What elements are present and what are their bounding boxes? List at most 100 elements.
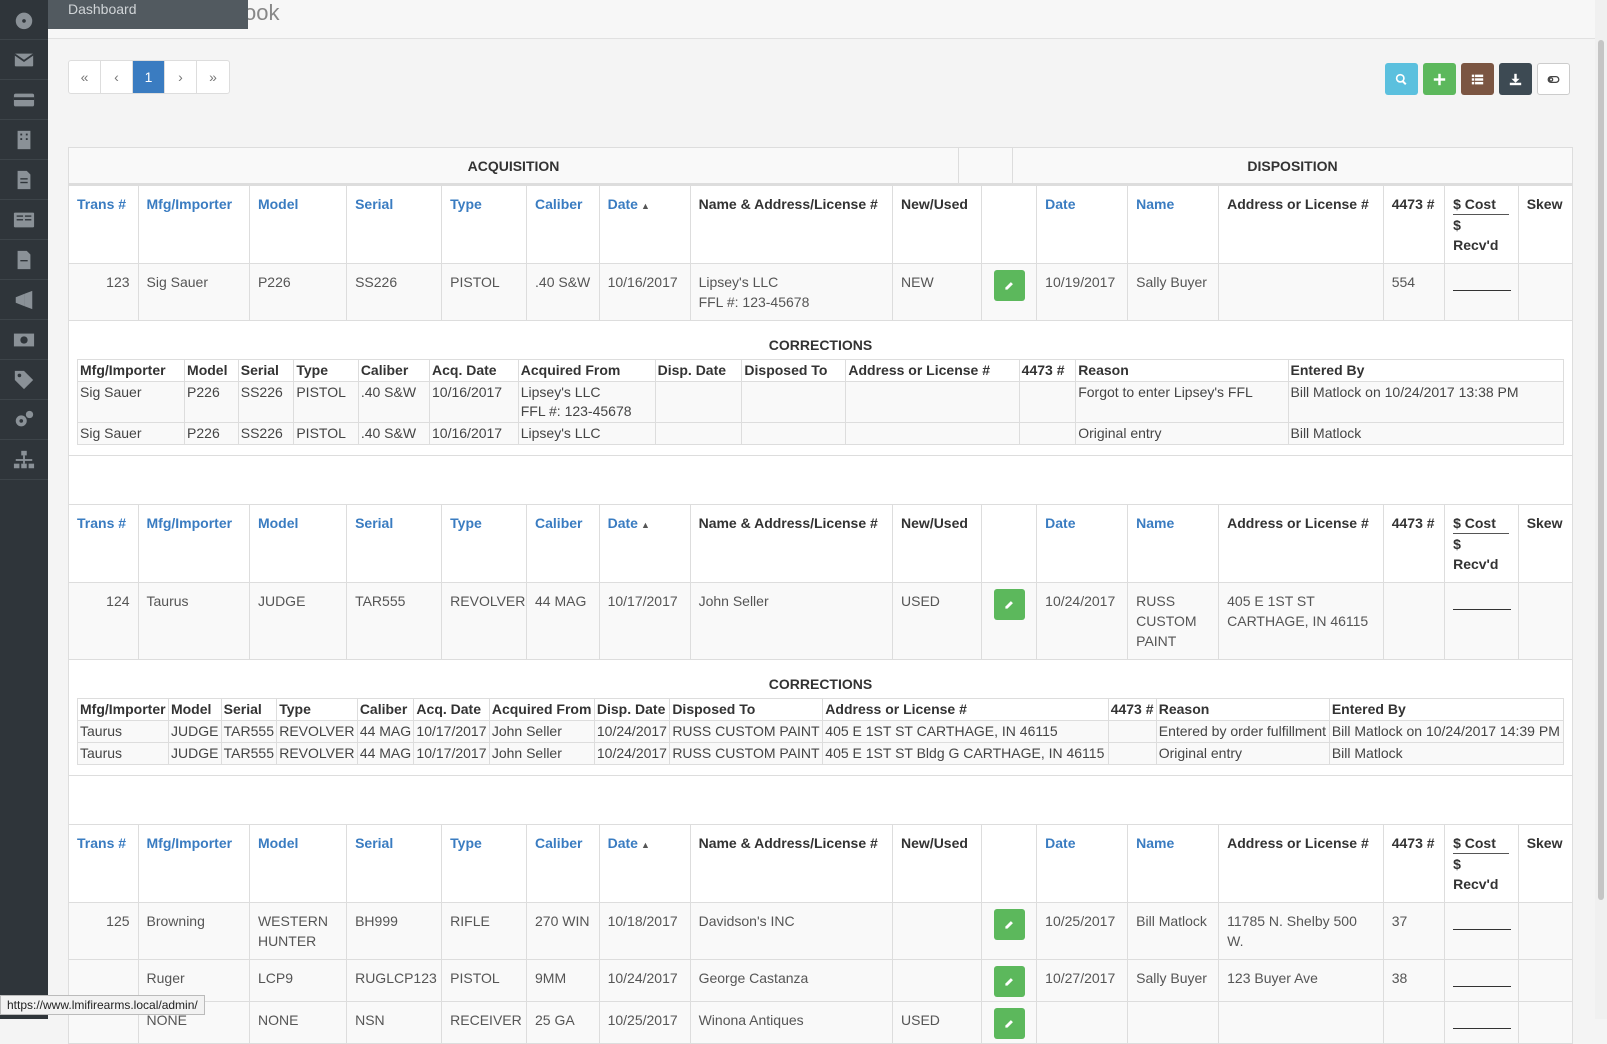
recvd-label: $ Recv'd bbox=[1453, 536, 1499, 572]
cost-input[interactable] bbox=[1453, 976, 1512, 987]
column-header-d-date[interactable]: Date bbox=[1036, 824, 1129, 903]
table-row: NONE NONE NSN RECEIVER 25 GA 10/25/2017 Winona… bbox=[68, 1001, 1574, 1044]
edit-button[interactable] bbox=[993, 966, 1025, 997]
list-button[interactable] bbox=[1461, 63, 1494, 95]
new-used-cell: USED bbox=[892, 1001, 982, 1044]
corr-cell-addr bbox=[845, 381, 1020, 423]
sidebar-item-newspaper[interactable] bbox=[0, 200, 48, 240]
type-cell: REVOLVER bbox=[441, 582, 528, 660]
column-header-mfg[interactable]: Mfg/Importer bbox=[137, 824, 250, 903]
next-page-button[interactable]: › bbox=[165, 61, 197, 93]
column-header-trans[interactable]: Trans # bbox=[68, 185, 139, 264]
column-header-serial[interactable]: Serial bbox=[346, 504, 443, 583]
cost-cell bbox=[1444, 1001, 1519, 1044]
sidebar-item-document[interactable] bbox=[0, 160, 48, 200]
column-header-caliber[interactable]: Caliber bbox=[526, 824, 600, 903]
caliber-cell: 270 WIN bbox=[526, 902, 600, 960]
corr-cell-addr: 405 E 1ST ST Bldg G CARTHAGE, IN 46115 bbox=[822, 742, 1109, 765]
record-separator bbox=[68, 776, 1573, 824]
sidebar-item-megaphone[interactable] bbox=[0, 280, 48, 320]
disp-name-cell bbox=[1127, 1001, 1220, 1044]
sidebar-item-money[interactable] bbox=[0, 320, 48, 360]
recvd-label: $ Recv'd bbox=[1453, 856, 1499, 892]
first-page-button[interactable]: « bbox=[69, 61, 101, 93]
add-button[interactable] bbox=[1423, 63, 1456, 95]
model-cell: WESTERN HUNTER bbox=[248, 902, 348, 960]
column-header-caliber[interactable]: Caliber bbox=[526, 185, 600, 264]
model-cell: JUDGE bbox=[248, 582, 348, 660]
column-header-d-name[interactable]: Name bbox=[1127, 504, 1220, 583]
sidebar-item-cogs[interactable] bbox=[0, 400, 48, 440]
corr-header-reason: Reason bbox=[1075, 359, 1289, 382]
search-button[interactable] bbox=[1385, 63, 1418, 95]
toggle-columns-button[interactable] bbox=[1537, 63, 1570, 95]
corr-header-entered-by: Entered By bbox=[1328, 698, 1565, 721]
column-header-mfg[interactable]: Mfg/Importer bbox=[137, 504, 250, 583]
edit-button[interactable] bbox=[993, 270, 1025, 301]
column-header-d-name[interactable]: Name bbox=[1127, 185, 1220, 264]
sidebar-item-credit-card[interactable] bbox=[0, 80, 48, 120]
corr-header-acq-date: Acq. Date bbox=[413, 698, 490, 721]
corr-header-addr: Address or License # bbox=[845, 359, 1020, 382]
corr-header-entered-by: Entered By bbox=[1287, 359, 1564, 382]
download-button[interactable] bbox=[1499, 63, 1532, 95]
sidebar-item-file[interactable] bbox=[0, 240, 48, 280]
acq-date-cell: 10/18/2017 bbox=[598, 902, 691, 960]
cost-input[interactable] bbox=[1453, 280, 1512, 291]
pencil-icon bbox=[1004, 921, 1013, 929]
column-header-date[interactable]: Date ▲ bbox=[598, 824, 691, 903]
cost-input[interactable] bbox=[1453, 919, 1512, 930]
disp-name-cell: Bill Matlock bbox=[1127, 902, 1220, 960]
column-header-type[interactable]: Type bbox=[441, 824, 528, 903]
column-header-model[interactable]: Model bbox=[248, 504, 348, 583]
sidebar-item-envelope[interactable] bbox=[0, 40, 48, 80]
column-header-type[interactable]: Type bbox=[441, 185, 528, 264]
current-page-button[interactable]: 1 bbox=[133, 61, 165, 93]
column-header-date[interactable]: Date ▲ bbox=[598, 185, 691, 264]
corr-cell-type: PISTOL bbox=[293, 422, 359, 445]
column-header-type[interactable]: Type bbox=[441, 504, 528, 583]
sidebar-item-dashboard[interactable] bbox=[0, 0, 48, 40]
table-row: 124 Taurus JUDGE TAR555 REVOLVER 44 MAG 10/17/… bbox=[68, 582, 1574, 660]
column-header-mfg[interactable]: Mfg/Importer bbox=[137, 185, 250, 264]
column-header-trans[interactable]: Trans # bbox=[68, 504, 139, 583]
cost-input[interactable] bbox=[1453, 599, 1512, 610]
column-header-serial[interactable]: Serial bbox=[346, 824, 443, 903]
scrollbar-thumb[interactable] bbox=[1598, 40, 1604, 900]
corr-header-reason: Reason bbox=[1155, 698, 1330, 721]
corr-cell-caliber: .40 S&W bbox=[357, 422, 431, 445]
column-header-caliber[interactable]: Caliber bbox=[526, 504, 600, 583]
newspaper-icon bbox=[13, 212, 35, 227]
column-header-cost: $ Cost $ Recv'd bbox=[1444, 824, 1519, 903]
sidebar-item-tags[interactable] bbox=[0, 360, 48, 400]
column-header-model[interactable]: Model bbox=[248, 185, 348, 264]
prev-page-button[interactable]: ‹ bbox=[101, 61, 133, 93]
corr-cell-entered-by: Bill Matlock bbox=[1287, 422, 1564, 445]
scrollbar[interactable] bbox=[1595, 0, 1607, 1019]
cost-input[interactable] bbox=[1453, 1018, 1512, 1029]
sidebar-item-building[interactable] bbox=[0, 120, 48, 160]
corr-cell-acq-date: 10/16/2017 bbox=[429, 422, 519, 445]
cost-cell bbox=[1444, 959, 1519, 1002]
model-cell: P226 bbox=[248, 263, 348, 321]
column-header-d-date[interactable]: Date bbox=[1036, 185, 1129, 264]
tags-icon bbox=[14, 370, 34, 389]
edit-cell bbox=[980, 902, 1038, 960]
last-page-button[interactable]: » bbox=[197, 61, 229, 93]
column-header-model[interactable]: Model bbox=[248, 824, 348, 903]
column-header-serial[interactable]: Serial bbox=[346, 185, 443, 264]
new-used-cell bbox=[892, 902, 982, 960]
edit-button[interactable] bbox=[993, 1008, 1025, 1039]
column-header-date[interactable]: Date ▲ bbox=[598, 504, 691, 583]
corr-cell-addr bbox=[845, 422, 1020, 445]
sidebar-item-sitemap[interactable] bbox=[0, 440, 48, 480]
column-header-d-date[interactable]: Date bbox=[1036, 504, 1129, 583]
column-header-d-name[interactable]: Name bbox=[1127, 824, 1220, 903]
edit-button[interactable] bbox=[993, 909, 1025, 940]
column-header-trans[interactable]: Trans # bbox=[68, 824, 139, 903]
edit-button[interactable] bbox=[993, 589, 1025, 620]
skew-cell bbox=[1517, 582, 1574, 660]
acq-name-cell: Davidson's INC bbox=[689, 902, 894, 960]
corr-cell-serial: TAR555 bbox=[220, 720, 278, 743]
acq-date-cell: 10/24/2017 bbox=[598, 959, 691, 1002]
